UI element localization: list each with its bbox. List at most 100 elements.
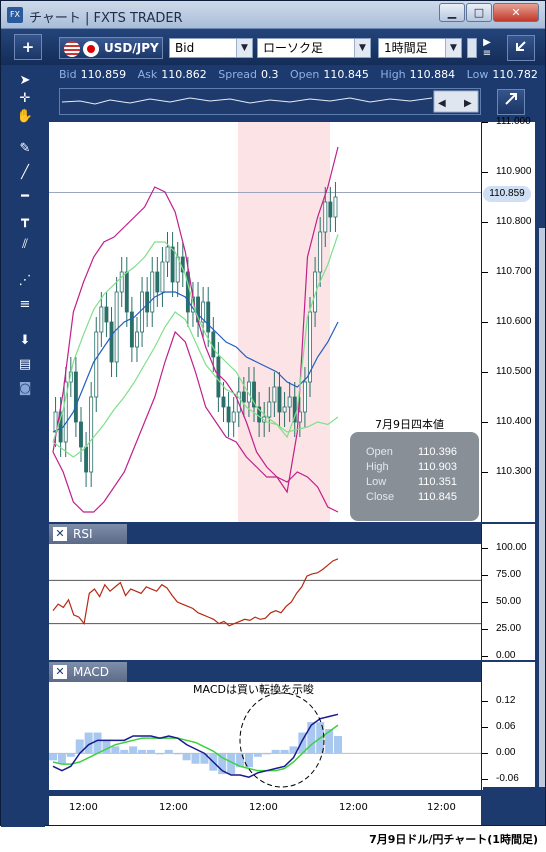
y-tick-label: 110.400	[496, 416, 532, 427]
chart-settings-button[interactable]	[497, 89, 525, 115]
chart-window: FX チャート | FXTS TRADER ▁ □ ✕ + USD/JPY Bi…	[0, 0, 546, 827]
app-icon: FX	[7, 7, 23, 23]
macd-histogram-bar	[307, 722, 316, 754]
chart-type-value: ローソク足	[263, 41, 324, 55]
camera-icon[interactable]: ◙	[15, 379, 35, 399]
candle-body	[272, 386, 277, 403]
candle-body	[155, 271, 160, 293]
axis-corner	[483, 787, 545, 793]
symbol-selector[interactable]: USD/JPY	[59, 37, 163, 59]
bid-label: Bid	[59, 68, 77, 81]
price-type-select[interactable]: Bid ▼	[169, 38, 253, 58]
price-axis: 110.300 110.400 110.500 110.600 110.700 110.8…	[481, 116, 535, 522]
bid-value: 110.859	[80, 68, 127, 81]
candle-body	[170, 246, 175, 283]
ask-label: Ask	[137, 68, 158, 81]
macd-histogram-bar	[325, 729, 334, 754]
y-tick-label: 0.00	[496, 747, 516, 759]
time-label: 12:00	[249, 802, 278, 813]
y-tick-mark	[482, 575, 488, 576]
macd-tab[interactable]: ✕ MACD	[49, 662, 127, 682]
ohlc-high-label: High	[366, 461, 389, 473]
fibonacci-icon[interactable]: ⋰	[15, 271, 35, 291]
window-title: チャート | FXTS TRADER	[29, 11, 183, 26]
macd-annotation: MACDは買い転換を示唆	[193, 683, 314, 696]
macd-histogram-bar	[280, 749, 289, 754]
channel-icon[interactable]: ⫽	[15, 235, 35, 255]
download-icon[interactable]: ⬇	[15, 331, 35, 351]
macd-chart	[49, 692, 481, 788]
y-tick-mark	[482, 548, 488, 549]
macd-histogram-bar	[93, 732, 102, 754]
candle-body	[124, 271, 129, 313]
y-tick-label: 25.00	[496, 623, 522, 634]
cursor-icon[interactable]: ➤	[15, 71, 35, 91]
y-tick-label: 110.900	[496, 166, 532, 177]
current-price-tag: 110.859	[483, 186, 531, 202]
y-tick-mark	[482, 422, 488, 423]
y-tick-label: 75.00	[496, 569, 522, 580]
us-flag-icon	[64, 41, 80, 57]
macd-histogram-bar	[253, 753, 262, 757]
expand-icon[interactable]	[507, 35, 535, 61]
time-label: 12:00	[69, 802, 98, 813]
chart-type-select[interactable]: ローソク足 ▼	[257, 38, 371, 58]
timeframe-value: 1時間足	[384, 41, 428, 55]
ohlc-low-label: Low	[366, 476, 387, 488]
y-tick-mark	[482, 629, 488, 630]
candle-body	[145, 291, 150, 313]
y-tick-mark	[482, 272, 488, 273]
rsi-tab[interactable]: ✕ RSI	[49, 524, 127, 544]
candle-body	[165, 246, 170, 263]
vertical-scrollbar[interactable]	[539, 228, 545, 788]
add-chart-button[interactable]: +	[14, 34, 42, 60]
candle-body	[140, 291, 145, 333]
candle-body	[94, 331, 99, 398]
text-lines-icon[interactable]: ≡	[15, 295, 35, 315]
candle-body	[241, 391, 246, 403]
list-icon[interactable]: ▤	[15, 355, 35, 375]
close-icon[interactable]: ✕	[53, 665, 67, 679]
y-tick-label: 110.600	[496, 316, 532, 327]
ohlc-close-label: Close	[366, 491, 395, 503]
hand-icon[interactable]: ✋	[15, 107, 35, 127]
minimize-button[interactable]: ▁	[439, 3, 465, 22]
macd-histogram-bar	[200, 753, 209, 764]
close-button[interactable]: ✕	[493, 3, 539, 22]
macd-histogram-bar	[271, 749, 280, 754]
hline-icon[interactable]: ━	[15, 187, 35, 207]
macd-histogram-bar	[262, 753, 271, 755]
trendline-icon[interactable]: ╱	[15, 163, 35, 183]
candle-body	[114, 291, 119, 363]
pen-icon[interactable]: ✎	[15, 139, 35, 159]
macd-histogram-bar	[138, 749, 147, 754]
macd-histogram-bar	[334, 736, 342, 754]
candle-body	[282, 406, 287, 413]
macd-histogram-bar	[182, 753, 191, 761]
candle-body	[160, 261, 165, 293]
macd-histogram-bar	[146, 749, 155, 754]
y-tick-mark	[482, 701, 488, 703]
ohlc-open-value: 110.396	[418, 446, 457, 458]
maximize-button[interactable]: □	[466, 3, 492, 22]
y-tick-mark	[482, 122, 488, 123]
y-tick-label: 110.800	[496, 216, 532, 227]
candle-body	[104, 306, 109, 323]
candle-body	[79, 421, 83, 448]
y-tick-label: 0.00	[496, 650, 516, 661]
chart-navigator[interactable]: ◀ ▶	[59, 88, 481, 115]
y-tick-mark	[482, 372, 488, 373]
macd-histogram-bar	[111, 746, 120, 754]
macd-panel[interactable]	[49, 682, 481, 790]
toolbar-overflow-icon[interactable]: ▶ ≡	[480, 37, 494, 59]
macd-histogram-bar	[66, 753, 75, 757]
timeframe-select[interactable]: 1時間足 ▼	[378, 38, 462, 58]
toolbar-scroll-stub[interactable]	[467, 38, 477, 58]
rsi-panel[interactable]	[49, 544, 481, 660]
crosshair-icon[interactable]: ✛	[15, 89, 35, 109]
quote-bar: Bid 110.859 Ask 110.862 Spread 0.3 Open 110.…	[55, 65, 545, 85]
vline-icon[interactable]: ┳	[15, 211, 35, 231]
candle-body	[226, 406, 231, 423]
close-icon[interactable]: ✕	[53, 527, 67, 541]
title-bar[interactable]: FX チャート | FXTS TRADER ▁ □ ✕	[1, 1, 545, 29]
